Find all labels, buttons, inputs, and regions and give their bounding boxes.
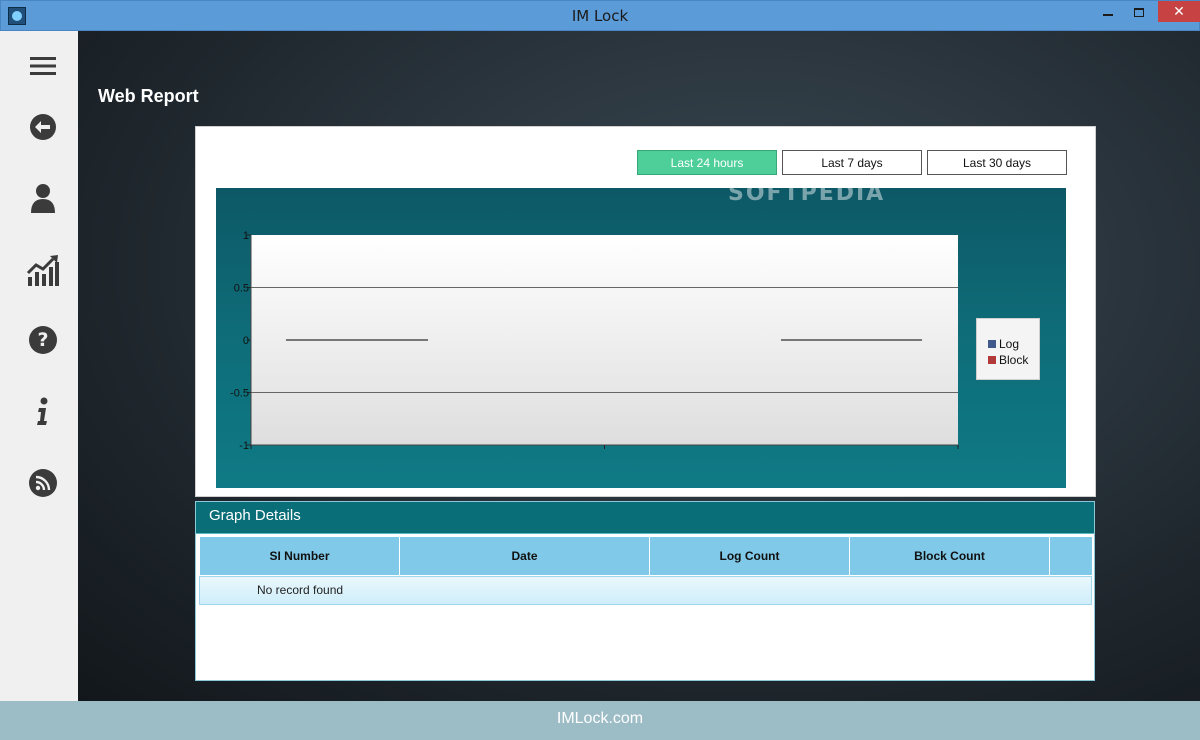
legend-item-block: Block: [988, 352, 1039, 368]
rss-button[interactable]: [24, 464, 62, 502]
menu-button[interactable]: [24, 47, 62, 85]
y-tick-label: -1: [239, 440, 249, 452]
help-button[interactable]: ?: [24, 321, 62, 359]
legend-swatch-log: [988, 340, 996, 348]
reports-button[interactable]: [24, 251, 62, 289]
sidebar: ?: [0, 31, 78, 701]
y-tick-label: 0.5: [234, 283, 249, 295]
chart-legend: Log Block: [976, 318, 1040, 380]
graph-details-title: Graph Details: [196, 502, 1094, 534]
legend-label-log: Log: [999, 337, 1020, 351]
close-button[interactable]: ✕: [1158, 1, 1200, 22]
y-tick-label: -0.5: [230, 388, 249, 400]
range-last-7-days-button[interactable]: Last 7 days: [782, 150, 922, 175]
main-content: Web Report Last 24 hours Last 7 days Las…: [78, 31, 1200, 701]
minimize-button[interactable]: [1091, 1, 1125, 23]
close-icon: ✕: [1173, 3, 1185, 20]
y-tick-label: 1: [243, 230, 249, 242]
window-title: IM Lock: [571, 7, 629, 25]
chart-trend-icon: [26, 255, 59, 286]
help-icon: ?: [29, 326, 57, 354]
minimize-icon: [1103, 14, 1113, 16]
back-arrow-icon: [30, 114, 56, 140]
chart-area: 1 0.5 0 -0.5 -1 Log Block: [216, 188, 1066, 488]
graph-details-panel: Graph Details SI Number Date Log Count B…: [195, 501, 1095, 681]
legend-item-log: Log: [988, 336, 1039, 352]
column-log-count[interactable]: Log Count: [650, 537, 850, 575]
back-button[interactable]: [24, 108, 62, 146]
column-block-count[interactable]: Block Count: [850, 537, 1050, 575]
range-last-24-hours-button[interactable]: Last 24 hours: [637, 150, 777, 175]
column-si-number[interactable]: SI Number: [200, 537, 400, 575]
menu-icon: [30, 57, 56, 75]
column-date[interactable]: Date: [400, 537, 650, 575]
title-bar: IM Lock ✕: [0, 0, 1200, 31]
maximize-button[interactable]: [1125, 1, 1153, 23]
legend-swatch-block: [988, 356, 996, 364]
table-header: SI Number Date Log Count Block Count: [200, 537, 1092, 575]
user-button[interactable]: [24, 179, 62, 217]
chart-panel: Last 24 hours Last 7 days Last 30 days 1…: [195, 126, 1096, 497]
line-chart: 1 0.5 0 -0.5 -1: [230, 230, 959, 452]
info-icon: [37, 397, 48, 425]
rss-icon: [29, 469, 57, 497]
info-button[interactable]: [24, 393, 62, 431]
y-tick-label: 0: [243, 335, 249, 347]
legend-label-block: Block: [999, 353, 1029, 367]
range-last-30-days-button[interactable]: Last 30 days: [927, 150, 1067, 175]
page-title: Web Report: [98, 86, 199, 106]
column-filler: [1050, 537, 1092, 575]
maximize-icon: [1134, 7, 1144, 17]
user-icon: [31, 184, 55, 213]
footer[interactable]: IMLock.com: [0, 701, 1200, 740]
table-row-empty: No record found: [199, 576, 1092, 605]
